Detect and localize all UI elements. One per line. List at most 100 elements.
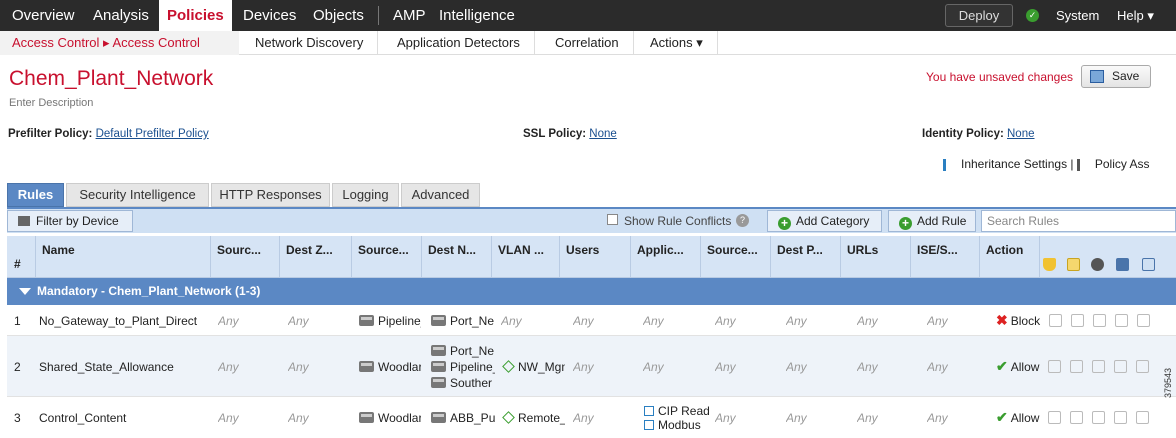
subnav-correlation[interactable]: Correlation	[541, 31, 634, 55]
rule-name[interactable]: No_Gateway_to_Plant_Direct	[39, 314, 211, 328]
add-rule-label: Add Rule	[917, 214, 967, 228]
action-label: Allow	[1010, 411, 1040, 425]
source-zone: Any	[218, 411, 239, 425]
tag-icon	[502, 411, 515, 424]
dest-zone: Any	[288, 411, 309, 425]
col-source-ports[interactable]: Source...	[700, 236, 770, 278]
nav-overview[interactable]: Overview	[4, 0, 83, 31]
vlan: NW_Mgn	[501, 360, 565, 374]
col-dest-zones[interactable]: Dest Z...	[279, 236, 351, 278]
search-rules-input[interactable]: Search Rules	[981, 210, 1176, 232]
allow-check-icon: ✔	[996, 409, 1008, 425]
col-applications[interactable]: Applic...	[630, 236, 700, 278]
table-row[interactable]: 1 No_Gateway_to_Plant_Direct Any Any Pip…	[7, 305, 1176, 336]
policy-assignments-link[interactable]: Policy Ass	[1095, 157, 1150, 171]
col-dest-networks[interactable]: Dest N...	[421, 236, 491, 278]
identity-link[interactable]: None	[1007, 128, 1035, 140]
deploy-button[interactable]: Deploy	[945, 4, 1013, 27]
rule-number: 3	[14, 411, 21, 425]
source-port: Any	[715, 411, 736, 425]
rule-action[interactable]: ✖ Block	[996, 312, 1174, 329]
help-icon[interactable]: ?	[736, 214, 749, 227]
comment-icon	[1136, 360, 1150, 373]
nav-system[interactable]: System	[1048, 0, 1107, 31]
rule-name[interactable]: Shared_State_Allowance	[39, 360, 211, 374]
subnav-network-discovery[interactable]: Network Discovery	[241, 31, 379, 55]
tab-security-intelligence[interactable]: Security Intelligence	[66, 183, 209, 207]
filter-by-device-button[interactable]: Filter by Device	[7, 210, 133, 232]
source-network: Woodlar	[359, 411, 421, 425]
application-icon	[644, 420, 654, 430]
dest-network-label: Port_Ne	[450, 344, 495, 358]
users: Any	[573, 314, 594, 328]
urls: Any	[857, 411, 878, 425]
applications: Any	[643, 314, 664, 328]
show-conflicts-checkbox[interactable]	[607, 214, 618, 225]
source-network-label: Pipeline_	[378, 314, 421, 328]
subnav-application-detectors[interactable]: Application Detectors	[383, 31, 535, 55]
network-icon	[431, 377, 446, 388]
tab-rules[interactable]: Rules	[7, 183, 64, 207]
log-icon	[1115, 314, 1129, 327]
rule-action[interactable]: ✔ Allow	[996, 358, 1174, 375]
col-source-zones[interactable]: Sourc...	[210, 236, 279, 278]
urls: Any	[857, 360, 878, 374]
nav-intelligence[interactable]: Intelligence	[431, 0, 523, 31]
breadcrumb[interactable]: Access Control ▸ Access Control	[0, 31, 239, 55]
category-label: Mandatory - Chem_Plant_Network (1-3)	[37, 284, 261, 298]
add-icon: +	[778, 217, 791, 230]
add-rule-button[interactable]: + Add Rule	[888, 210, 976, 232]
application-label: CIP Read	[658, 404, 710, 418]
nav-help[interactable]: Help ▾	[1109, 0, 1162, 31]
subnav-actions[interactable]: Actions ▾	[636, 31, 718, 55]
col-urls[interactable]: URLs	[840, 236, 910, 278]
col-users[interactable]: Users	[559, 236, 630, 278]
nav-analysis[interactable]: Analysis	[85, 0, 157, 31]
urls: Any	[857, 314, 878, 328]
allow-check-icon: ✔	[996, 358, 1008, 374]
nav-policies[interactable]: Policies	[159, 0, 232, 33]
application-label: Modbus	[658, 418, 701, 432]
files-icon	[1070, 411, 1084, 424]
vlan-label: Remote_	[518, 411, 565, 425]
users: Any	[573, 360, 594, 374]
user-search-icon	[1092, 411, 1106, 424]
col-name[interactable]: Name	[35, 236, 210, 278]
source-network-label: Woodlar	[378, 411, 421, 425]
dest-network: ABB_Pu	[431, 411, 495, 425]
col-vlan[interactable]: VLAN ...	[491, 236, 559, 278]
save-button[interactable]: Save	[1081, 65, 1151, 88]
rule-action[interactable]: ✔ Allow	[996, 409, 1174, 426]
col-dest-ports[interactable]: Dest P...	[770, 236, 840, 278]
rule-name[interactable]: Control_Content	[39, 411, 211, 425]
comment-icon	[1136, 411, 1150, 424]
health-ok-icon[interactable]: ✓	[1026, 9, 1039, 22]
tab-logging[interactable]: Logging	[332, 183, 399, 207]
category-row[interactable]: Mandatory - Chem_Plant_Network (1-3)	[7, 278, 1176, 305]
network-icon	[359, 412, 374, 423]
vlan: Any	[501, 314, 522, 328]
tab-advanced[interactable]: Advanced	[401, 183, 480, 207]
nav-devices[interactable]: Devices	[235, 0, 304, 31]
save-label: Save	[1112, 69, 1140, 83]
table-row[interactable]: 3 Control_Content Any Any Woodlar ABB_Pu…	[7, 397, 1176, 438]
tag-icon	[502, 360, 515, 373]
col-source-networks[interactable]: Source...	[351, 236, 421, 278]
source-network: Pipeline_	[359, 314, 421, 328]
inheritance-settings-link[interactable]: Inheritance Settings	[961, 157, 1067, 171]
ssl-link[interactable]: None	[589, 128, 617, 140]
user-search-icon	[1093, 314, 1107, 327]
prefilter-link[interactable]: Default Prefilter Policy	[96, 128, 209, 140]
table-row[interactable]: 2 Shared_State_Allowance Any Any Woodlar…	[7, 336, 1176, 397]
dest-port: Any	[786, 411, 807, 425]
dest-zone: Any	[288, 360, 309, 374]
description-field[interactable]: Enter Description	[9, 97, 93, 109]
tab-http-responses[interactable]: HTTP Responses	[211, 183, 330, 207]
nav-objects[interactable]: Objects	[305, 0, 372, 31]
source-port: Any	[715, 314, 736, 328]
col-action[interactable]: Action	[979, 236, 1039, 278]
add-category-button[interactable]: + Add Category	[767, 210, 882, 232]
collapse-triangle-icon[interactable]	[19, 288, 31, 295]
nav-amp[interactable]: AMP	[385, 0, 434, 31]
col-ise-sgt[interactable]: ISE/S...	[910, 236, 979, 278]
